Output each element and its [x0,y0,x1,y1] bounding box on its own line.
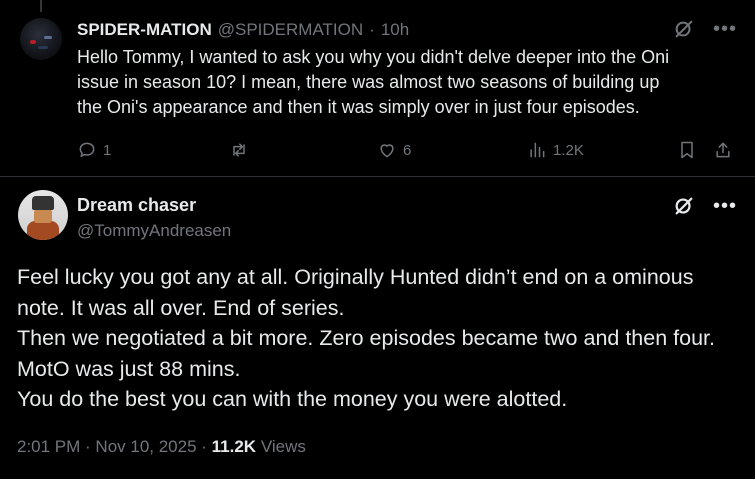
main-display-name[interactable]: Dream chaser [77,195,196,216]
repost-button[interactable] [229,140,255,160]
share-button[interactable] [713,140,733,160]
tweet-views-label: Views [256,437,306,456]
tweet-timestamp[interactable]: 2:01 PM · Nov 10, 2025 · [17,437,212,456]
more-icon[interactable]: ••• [713,19,737,39]
like-button[interactable]: 6 [377,140,411,160]
parent-text-line: the Oni's appearance and then it was sim… [77,97,640,117]
parent-tweet-actions: 1 6 1.2K [77,140,737,164]
main-tweet-text: Feel lucky you got any at all. Originall… [17,262,747,415]
views-icon [530,142,545,158]
main-text-line: Feel lucky you got any at all. Originall… [17,265,694,289]
share-icon [716,142,730,158]
repost-icon [233,143,245,157]
main-tweet-top-actions: ••• [673,195,737,217]
main-text-line: note. It was all over. End of series. [17,295,345,320]
reply-button[interactable]: 1 [77,140,111,160]
tweet-divider [0,176,755,177]
parent-text-line: issue in season 10? I mean, there was al… [77,72,660,92]
main-handle[interactable]: @TommyAndreasen [77,221,231,241]
bookmark-button[interactable] [677,140,697,160]
avatar-dream-chaser[interactable] [18,190,68,240]
main-text-line: You do the best you can with the money y… [17,387,568,411]
reply-count: 1 [103,141,112,159]
like-count: 6 [403,141,412,159]
tweet-views-count: 11.2K [211,437,257,456]
parent-tweet-top-actions: ••• [673,18,737,40]
bookmark-icon [681,141,693,159]
parent-time[interactable]: 10h [381,20,409,40]
grok-icon[interactable] [673,18,695,40]
views-button[interactable]: 1.2K [527,140,584,160]
reply-icon [79,142,95,157]
heart-icon [380,144,394,158]
parent-handle[interactable]: @SPIDERMATION [218,20,363,40]
views-count: 1.2K [553,141,584,159]
tweet-thread: SPIDER-MATION @SPIDERMATION · 10h ••• He… [0,0,755,479]
thread-connector-line [40,0,42,12]
avatar-spidermation[interactable] [20,18,62,60]
header-separator: · [369,20,375,39]
tweet-meta: 2:01 PM · Nov 10, 2025 · 11.2K Views [17,437,306,457]
grok-icon[interactable] [673,195,695,217]
main-text-line: Then we negotiated a bit more. Zero epis… [17,326,715,350]
more-icon[interactable]: ••• [713,196,737,216]
parent-tweet-header: SPIDER-MATION @SPIDERMATION · 10h [77,20,409,40]
parent-display-name[interactable]: SPIDER-MATION [77,20,212,40]
parent-tweet-text: Hello Tommy, I wanted to ask you why you… [77,45,737,120]
parent-text-line: Hello Tommy, I wanted to ask you why you… [77,47,670,67]
main-text-line: MotO was just 88 mins. [17,356,241,381]
